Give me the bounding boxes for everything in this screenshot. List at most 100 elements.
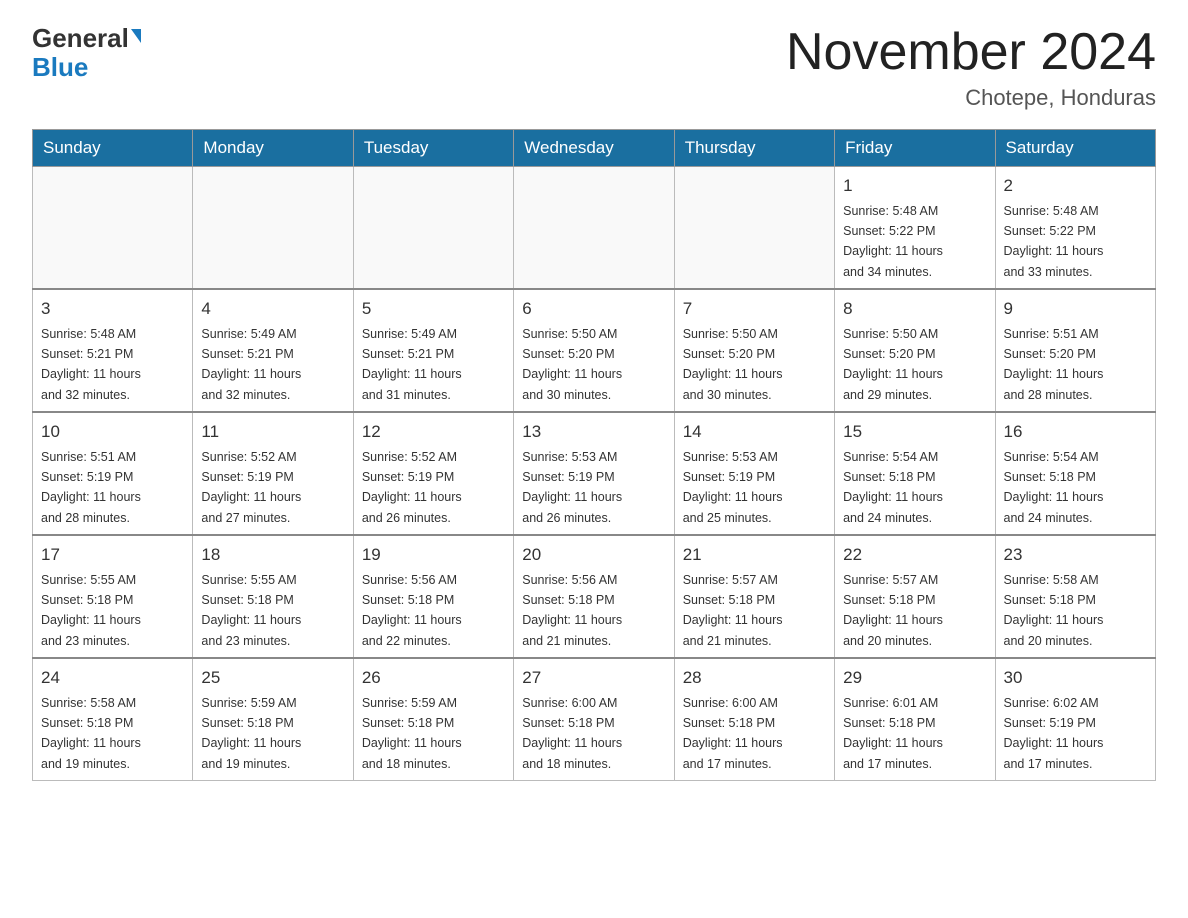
calendar-cell: 16 Sunrise: 5:54 AM Sunset: 5:18 PM Dayli… (995, 412, 1155, 535)
calendar-cell: 12 Sunrise: 5:52 AM Sunset: 5:19 PM Dayli… (353, 412, 513, 535)
day-info: Sunrise: 6:01 AM Sunset: 5:18 PM Dayligh… (843, 696, 943, 771)
day-number: 16 (1004, 419, 1147, 445)
calendar-cell (353, 167, 513, 290)
day-number: 29 (843, 665, 986, 691)
calendar-cell: 9 Sunrise: 5:51 AM Sunset: 5:20 PM Daylig… (995, 289, 1155, 412)
day-info: Sunrise: 5:59 AM Sunset: 5:18 PM Dayligh… (201, 696, 301, 771)
day-number: 4 (201, 296, 344, 322)
logo-arrow-icon (131, 29, 141, 43)
calendar-cell (33, 167, 193, 290)
calendar-cell: 25 Sunrise: 5:59 AM Sunset: 5:18 PM Dayli… (193, 658, 353, 781)
title-block: November 2024 Chotepe, Honduras (786, 24, 1156, 111)
calendar-cell: 20 Sunrise: 5:56 AM Sunset: 5:18 PM Dayli… (514, 535, 674, 658)
calendar-cell: 23Sunrise: 5:58 AM Sunset: 5:18 PM Dayli… (995, 535, 1155, 658)
weekday-header: Monday (193, 130, 353, 167)
day-number: 23 (1004, 542, 1147, 568)
day-info: Sunrise: 5:49 AM Sunset: 5:21 PM Dayligh… (201, 327, 301, 402)
day-info: Sunrise: 5:56 AM Sunset: 5:18 PM Dayligh… (522, 573, 622, 648)
calendar-cell: 3 Sunrise: 5:48 AM Sunset: 5:21 PM Daylig… (33, 289, 193, 412)
day-info: Sunrise: 6:00 AM Sunset: 5:18 PM Dayligh… (522, 696, 622, 771)
calendar-cell: 7Sunrise: 5:50 AM Sunset: 5:20 PM Daylig… (674, 289, 834, 412)
day-number: 10 (41, 419, 184, 445)
day-number: 1 (843, 173, 986, 199)
day-info: Sunrise: 5:59 AM Sunset: 5:18 PM Dayligh… (362, 696, 462, 771)
day-number: 7 (683, 296, 826, 322)
day-info: Sunrise: 5:58 AM Sunset: 5:18 PM Dayligh… (41, 696, 141, 771)
calendar-cell: 11 Sunrise: 5:52 AM Sunset: 5:19 PM Dayli… (193, 412, 353, 535)
calendar-week-row: 10 Sunrise: 5:51 AM Sunset: 5:19 PM Dayli… (33, 412, 1156, 535)
day-info: Sunrise: 5:55 AM Sunset: 5:18 PM Dayligh… (201, 573, 301, 648)
day-number: 19 (362, 542, 505, 568)
day-number: 5 (362, 296, 505, 322)
calendar-cell: 19Sunrise: 5:56 AM Sunset: 5:18 PM Dayli… (353, 535, 513, 658)
day-number: 28 (683, 665, 826, 691)
day-number: 22 (843, 542, 986, 568)
day-number: 9 (1004, 296, 1147, 322)
weekday-header: Wednesday (514, 130, 674, 167)
calendar-cell: 15Sunrise: 5:54 AM Sunset: 5:18 PM Dayli… (835, 412, 995, 535)
day-number: 12 (362, 419, 505, 445)
day-number: 14 (683, 419, 826, 445)
day-number: 3 (41, 296, 184, 322)
calendar-cell: 30 Sunrise: 6:02 AM Sunset: 5:19 PM Dayli… (995, 658, 1155, 781)
calendar-cell: 21Sunrise: 5:57 AM Sunset: 5:18 PM Dayli… (674, 535, 834, 658)
day-info: Sunrise: 5:53 AM Sunset: 5:19 PM Dayligh… (683, 450, 783, 525)
day-info: Sunrise: 5:50 AM Sunset: 5:20 PM Dayligh… (522, 327, 622, 402)
calendar-cell: 17 Sunrise: 5:55 AM Sunset: 5:18 PM Dayli… (33, 535, 193, 658)
calendar-cell: 14 Sunrise: 5:53 AM Sunset: 5:19 PM Dayli… (674, 412, 834, 535)
calendar-cell: 24Sunrise: 5:58 AM Sunset: 5:18 PM Dayli… (33, 658, 193, 781)
calendar-week-row: 24Sunrise: 5:58 AM Sunset: 5:18 PM Dayli… (33, 658, 1156, 781)
calendar-cell: 13Sunrise: 5:53 AM Sunset: 5:19 PM Dayli… (514, 412, 674, 535)
day-number: 27 (522, 665, 665, 691)
day-info: Sunrise: 5:50 AM Sunset: 5:20 PM Dayligh… (843, 327, 943, 402)
page-subtitle: Chotepe, Honduras (786, 85, 1156, 111)
day-info: Sunrise: 5:48 AM Sunset: 5:21 PM Dayligh… (41, 327, 141, 402)
day-info: Sunrise: 5:48 AM Sunset: 5:22 PM Dayligh… (843, 204, 943, 279)
calendar-week-row: 3 Sunrise: 5:48 AM Sunset: 5:21 PM Daylig… (33, 289, 1156, 412)
day-number: 11 (201, 419, 344, 445)
calendar-cell (674, 167, 834, 290)
day-number: 20 (522, 542, 665, 568)
day-number: 13 (522, 419, 665, 445)
calendar-table: SundayMondayTuesdayWednesdayThursdayFrid… (32, 129, 1156, 781)
weekday-header: Tuesday (353, 130, 513, 167)
day-number: 21 (683, 542, 826, 568)
day-info: Sunrise: 6:02 AM Sunset: 5:19 PM Dayligh… (1004, 696, 1104, 771)
calendar-cell: 6Sunrise: 5:50 AM Sunset: 5:20 PM Daylig… (514, 289, 674, 412)
day-info: Sunrise: 5:55 AM Sunset: 5:18 PM Dayligh… (41, 573, 141, 648)
day-info: Sunrise: 5:54 AM Sunset: 5:18 PM Dayligh… (1004, 450, 1104, 525)
logo: General Blue (32, 24, 141, 81)
calendar-cell (193, 167, 353, 290)
calendar-cell: 1 Sunrise: 5:48 AM Sunset: 5:22 PM Daylig… (835, 167, 995, 290)
day-number: 30 (1004, 665, 1147, 691)
day-info: Sunrise: 5:49 AM Sunset: 5:21 PM Dayligh… (362, 327, 462, 402)
calendar-cell: 29 Sunrise: 6:01 AM Sunset: 5:18 PM Dayli… (835, 658, 995, 781)
day-info: Sunrise: 5:51 AM Sunset: 5:19 PM Dayligh… (41, 450, 141, 525)
calendar-cell: 5 Sunrise: 5:49 AM Sunset: 5:21 PM Daylig… (353, 289, 513, 412)
logo-blue-text: Blue (32, 53, 88, 82)
day-info: Sunrise: 5:48 AM Sunset: 5:22 PM Dayligh… (1004, 204, 1104, 279)
calendar-cell: 26 Sunrise: 5:59 AM Sunset: 5:18 PM Dayli… (353, 658, 513, 781)
calendar-cell: 2 Sunrise: 5:48 AM Sunset: 5:22 PM Daylig… (995, 167, 1155, 290)
day-info: Sunrise: 5:57 AM Sunset: 5:18 PM Dayligh… (843, 573, 943, 648)
day-info: Sunrise: 5:51 AM Sunset: 5:20 PM Dayligh… (1004, 327, 1104, 402)
day-number: 2 (1004, 173, 1147, 199)
calendar-cell: 8Sunrise: 5:50 AM Sunset: 5:20 PM Daylig… (835, 289, 995, 412)
day-number: 25 (201, 665, 344, 691)
calendar-cell: 10 Sunrise: 5:51 AM Sunset: 5:19 PM Dayli… (33, 412, 193, 535)
calendar-header-row: SundayMondayTuesdayWednesdayThursdayFrid… (33, 130, 1156, 167)
calendar-cell: 28Sunrise: 6:00 AM Sunset: 5:18 PM Dayli… (674, 658, 834, 781)
day-number: 17 (41, 542, 184, 568)
weekday-header: Friday (835, 130, 995, 167)
day-info: Sunrise: 5:52 AM Sunset: 5:19 PM Dayligh… (201, 450, 301, 525)
day-number: 26 (362, 665, 505, 691)
calendar-cell: 22 Sunrise: 5:57 AM Sunset: 5:18 PM Dayli… (835, 535, 995, 658)
day-info: Sunrise: 5:52 AM Sunset: 5:19 PM Dayligh… (362, 450, 462, 525)
day-number: 18 (201, 542, 344, 568)
weekday-header: Thursday (674, 130, 834, 167)
page-header: General Blue November 2024 Chotepe, Hond… (32, 24, 1156, 111)
calendar-week-row: 1 Sunrise: 5:48 AM Sunset: 5:22 PM Daylig… (33, 167, 1156, 290)
day-info: Sunrise: 5:54 AM Sunset: 5:18 PM Dayligh… (843, 450, 943, 525)
calendar-cell: 18 Sunrise: 5:55 AM Sunset: 5:18 PM Dayli… (193, 535, 353, 658)
calendar-cell: 4 Sunrise: 5:49 AM Sunset: 5:21 PM Daylig… (193, 289, 353, 412)
